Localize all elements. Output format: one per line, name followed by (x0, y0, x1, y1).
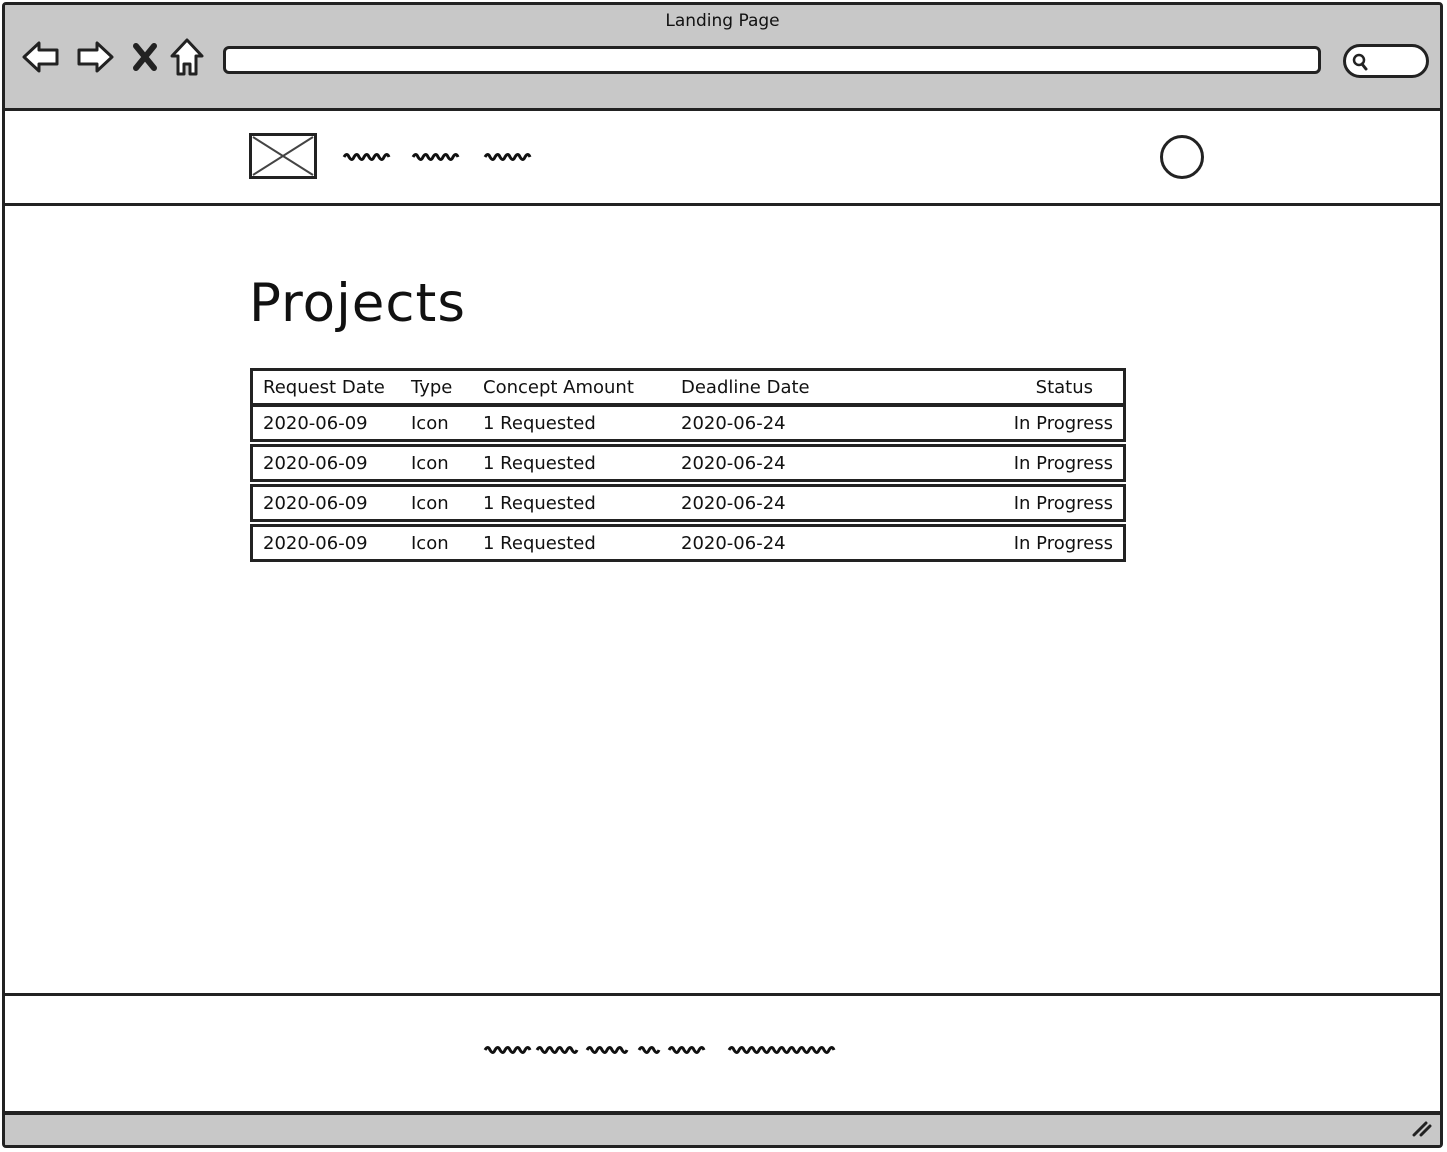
resize-grip-icon[interactable] (1410, 1119, 1432, 1141)
column-header-type[interactable]: Type (411, 371, 452, 403)
column-header-deadline-date[interactable]: Deadline Date (681, 371, 810, 403)
cell-type: Icon (411, 452, 449, 474)
browser-status-bar (5, 1111, 1440, 1145)
footer-text-placeholder (483, 1046, 836, 1054)
cell-type: Icon (411, 412, 449, 434)
cell-deadline-date: 2020-06-24 (681, 532, 786, 554)
cell-concept-amount: 1 Requested (483, 492, 596, 514)
browser-toolbar: Landing Page (5, 5, 1440, 111)
image-placeholder-icon (252, 136, 314, 176)
nav-link-2[interactable] (411, 149, 461, 163)
cell-concept-amount: 1 Requested (483, 452, 596, 474)
table-row[interactable]: 2020-06-09 Icon 1 Requested 2020-06-24 I… (250, 404, 1126, 442)
cell-request-date: 2020-06-09 (263, 412, 368, 434)
stop-button[interactable] (127, 35, 163, 79)
nav-link-3[interactable] (483, 149, 533, 163)
browser-search-field[interactable] (1343, 44, 1429, 78)
address-bar[interactable] (223, 46, 1321, 74)
cell-request-date: 2020-06-09 (263, 492, 368, 514)
site-header (5, 111, 1440, 206)
page-title: Projects (249, 273, 466, 334)
cell-status: In Progress (1013, 492, 1113, 514)
cell-type: Icon (411, 492, 449, 514)
cell-deadline-date: 2020-06-24 (681, 452, 786, 474)
cell-request-date: 2020-06-09 (263, 532, 368, 554)
search-icon (1352, 53, 1368, 75)
column-header-request-date[interactable]: Request Date (263, 371, 385, 403)
table-header-row: Request Date Type Concept Amount Deadlin… (250, 368, 1126, 406)
projects-table: Request Date Type Concept Amount Deadlin… (250, 368, 1126, 566)
site-footer (5, 993, 1440, 1112)
arrow-left-icon (21, 39, 61, 75)
logo-image-placeholder (249, 133, 317, 179)
cell-concept-amount: 1 Requested (483, 532, 596, 554)
home-button[interactable] (167, 35, 207, 79)
forward-button[interactable] (75, 35, 115, 79)
cell-status: In Progress (1013, 452, 1113, 474)
table-row[interactable]: 2020-06-09 Icon 1 Requested 2020-06-24 I… (250, 444, 1126, 482)
browser-window: Landing Page Projects Request Date Type … (2, 2, 1443, 1148)
cell-deadline-date: 2020-06-24 (681, 412, 786, 434)
column-header-concept-amount[interactable]: Concept Amount (483, 371, 634, 403)
nav-link-1[interactable] (342, 149, 392, 163)
arrow-right-icon (75, 39, 115, 75)
table-row[interactable]: 2020-06-09 Icon 1 Requested 2020-06-24 I… (250, 524, 1126, 562)
user-avatar[interactable] (1160, 135, 1204, 179)
back-button[interactable] (21, 35, 61, 79)
cell-type: Icon (411, 532, 449, 554)
column-header-status[interactable]: Status (1036, 371, 1093, 403)
cell-request-date: 2020-06-09 (263, 452, 368, 474)
window-title: Landing Page (665, 11, 780, 31)
home-icon (169, 37, 205, 77)
close-icon (132, 42, 158, 72)
cell-status: In Progress (1013, 532, 1113, 554)
cell-concept-amount: 1 Requested (483, 412, 596, 434)
table-row[interactable]: 2020-06-09 Icon 1 Requested 2020-06-24 I… (250, 484, 1126, 522)
cell-status: In Progress (1013, 412, 1113, 434)
cell-deadline-date: 2020-06-24 (681, 492, 786, 514)
